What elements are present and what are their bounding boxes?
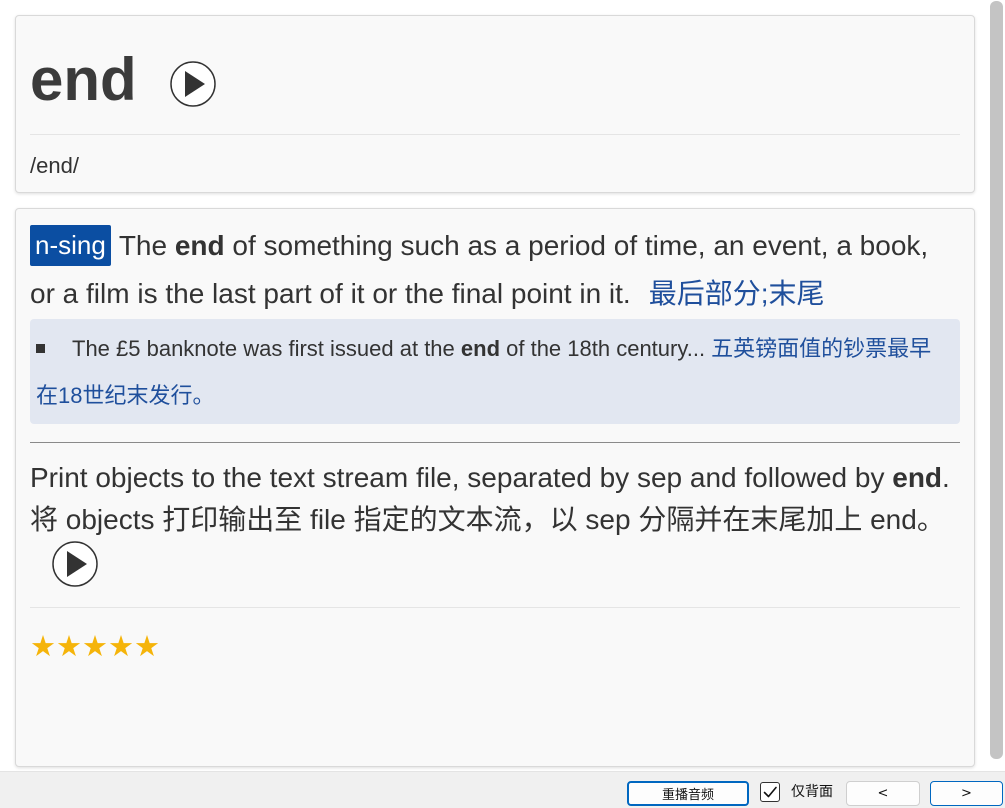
example-text-after: of the 18th century... [500,336,706,361]
star-icon: ★ [30,629,56,663]
usage-translation: 将 objects 打印输出至 file 指定的文本流，以 sep 分隔并在末尾… [30,504,945,535]
example-keyword: end [460,336,501,361]
headword-row: end [30,45,960,115]
scrollbar-thumb[interactable] [990,1,1003,759]
card-back: n-sing The end of something such as a per… [15,208,975,767]
pos-badge: n-sing [30,225,111,266]
square-bullet-icon [36,343,45,353]
star-icon: ★ [56,629,82,663]
usage-text-after: . [942,462,950,493]
definition-keyword: end [174,230,225,261]
next-button[interactable]: > [930,781,1003,806]
definition-text-before: The [118,230,175,261]
section-divider [30,442,960,443]
checkmark-icon [763,786,777,798]
bottom-toolbar: 重播音频 仅背面 < > [0,771,1005,808]
star-icon: ★ [82,629,108,663]
play-icon [169,61,216,107]
rating-stars: ★★★★★ [30,626,960,666]
phonetic: /end/ [30,153,79,178]
star-icon: ★ [108,629,134,663]
headword: end [30,46,137,113]
star-icon: ★ [134,629,160,663]
divider [30,607,960,608]
card-front: end /end/ [15,15,975,193]
example-text-before: The £5 banknote was first issued at the [72,336,461,361]
definition-translation: 最后部分;末尾 [648,278,825,309]
play-icon [52,541,98,587]
usage-keyword: end [892,462,943,493]
example-box: The £5 banknote was first issued at the … [30,319,960,424]
play-word-audio-button[interactable] [169,61,216,107]
divider [30,134,960,135]
replay-audio-button[interactable]: 重播音频 [627,781,749,806]
back-only-label[interactable]: 仅背面 [791,782,833,802]
usage-chinese: 将 objects 打印输出至 file 指定的文本流，以 sep 分隔并在末尾… [30,499,960,587]
previous-button[interactable]: < [846,781,920,806]
usage-english: Print objects to the text stream file, s… [30,457,960,499]
play-sentence-audio-button[interactable] [52,541,98,587]
back-only-checkbox[interactable] [760,782,780,802]
usage-text-before: Print objects to the text stream file, s… [30,462,893,493]
definition: n-sing The end of something such as a per… [30,222,960,318]
